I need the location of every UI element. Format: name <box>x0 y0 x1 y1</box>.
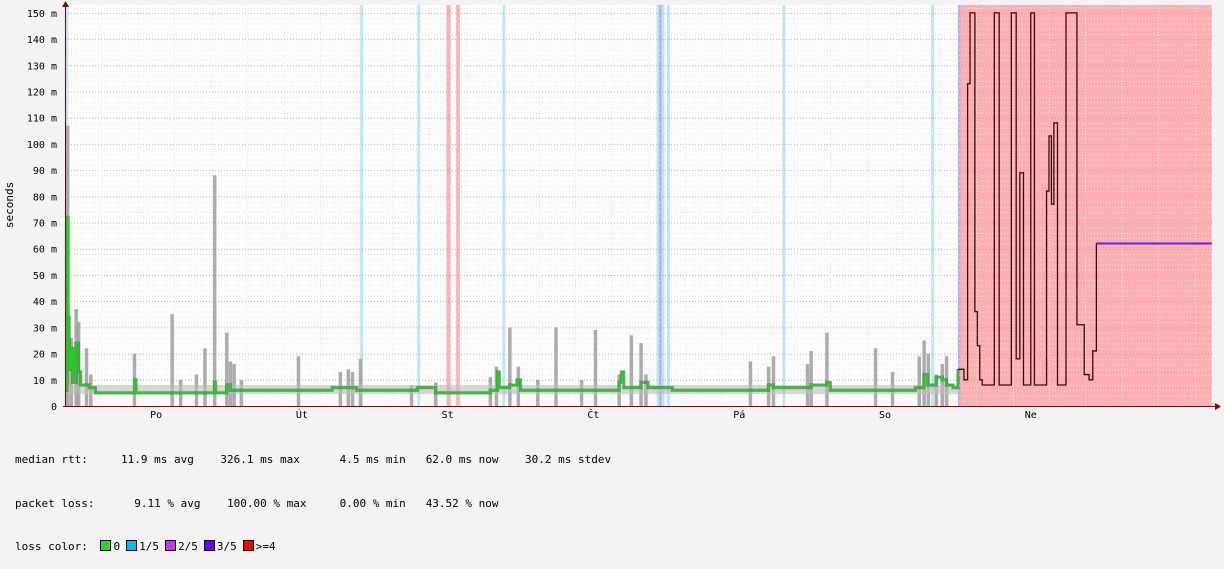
loss-band <box>666 5 670 406</box>
day-label: So <box>879 410 891 420</box>
loss-band <box>417 5 421 406</box>
day-label: Čt <box>587 408 599 420</box>
loss-band <box>661 5 665 406</box>
median-rtt-avg: 11.9 ms avg <box>120 453 194 466</box>
day-label: Ne <box>1025 410 1037 420</box>
y-tick-label: 10 m <box>33 376 57 387</box>
smoke-spike <box>917 356 922 406</box>
median-rtt-max: 326.1 ms max <box>220 453 300 466</box>
legend-swatch <box>100 540 112 551</box>
day-label: Po <box>150 410 162 420</box>
day-label: Pá <box>733 409 745 420</box>
y-tick-label: 30 m <box>33 323 57 334</box>
packet-loss-max: 100.00 % max <box>226 496 307 510</box>
day-label: Út <box>296 408 308 420</box>
y-tick-label: 60 m <box>33 245 57 256</box>
y-tick-label: 100 m <box>27 140 57 151</box>
latency-chart: 0 10 m 20 m 30 m 40 m 50 m 60 m 70 m 80 m 90 m 100… <box>3 1 1221 420</box>
legend-label: loss color: <box>15 540 88 553</box>
smoke-spike <box>873 348 878 406</box>
y-tick-label: 130 m <box>27 61 57 72</box>
loss-band <box>360 5 364 406</box>
legend-item-label: 3/5 <box>216 540 237 553</box>
median-rtt-now: 62.0 ms now <box>425 453 499 466</box>
legend-item: >=4 <box>237 540 276 553</box>
loss-band <box>931 5 935 406</box>
smoke-spike <box>825 332 829 406</box>
smoke-spike <box>639 343 643 406</box>
legend-item-label: >=4 <box>255 540 276 553</box>
smoke-spike <box>212 175 217 406</box>
median-rtt-stdev: 30.2 ms stdev <box>525 453 612 466</box>
y-tick-label: 0 <box>51 402 57 413</box>
y-tick-label: 50 m <box>33 271 57 282</box>
legend-item-label: 2/5 <box>177 540 198 553</box>
y-tick-label: 70 m <box>33 219 57 230</box>
legend-row: loss color: 0 1/5 2/5 3/5 >=4 <box>15 540 611 555</box>
packet-loss-row: packet loss: 9.11 % avg 100.00 % max 0.0… <box>15 497 611 512</box>
packet-loss-avg: 9.11 % avg <box>134 496 201 510</box>
loss-band <box>782 5 786 406</box>
x-axis-arrow <box>1215 403 1221 410</box>
loss-band <box>456 5 460 406</box>
smoke-spike <box>771 356 776 406</box>
smoke-spike <box>593 329 598 406</box>
smoke-spike <box>225 332 229 406</box>
y-tick-label: 20 m <box>33 350 57 361</box>
y-tick-label: 110 m <box>27 114 57 125</box>
smoke-spike <box>203 348 207 406</box>
median-rtt-label: median rtt: <box>15 453 88 466</box>
smoke-spike <box>748 361 753 406</box>
packet-loss-label: packet loss: <box>15 496 95 510</box>
legend-swatch <box>203 540 215 551</box>
loss-band <box>960 5 1212 406</box>
y-tick-label: 40 m <box>33 297 57 308</box>
median-rtt-min: 4.5 ms min <box>339 453 406 466</box>
legend-swatch <box>164 540 176 551</box>
y-tick-label: 120 m <box>27 87 57 98</box>
smoke-spike <box>358 358 363 406</box>
day-labels: Po Út St Čt Pá So Ne <box>150 408 1037 420</box>
loss-band <box>446 5 451 406</box>
y-tick-labels: 0 10 m 20 m 30 m 40 m 50 m 60 m 70 m 80 m 90 m 100… <box>27 9 57 413</box>
y-axis-arrow <box>62 1 69 7</box>
legend-item: 1/5 <box>120 540 159 553</box>
day-label: St <box>442 410 454 420</box>
y-tick-label: 140 m <box>27 35 57 46</box>
legend-item: 2/5 <box>159 540 198 553</box>
legend-swatch <box>126 540 138 551</box>
legend-item: 3/5 <box>198 540 237 553</box>
smoke-spike <box>296 356 301 406</box>
packet-loss-now: 43.52 % now <box>425 496 499 510</box>
median-rtt-row: median rtt: 11.9 ms avg 326.1 ms max 4.5… <box>15 453 611 468</box>
legend-items: 0 1/5 2/5 3/5 >=4 <box>94 540 276 553</box>
legend-item-label: 1/5 <box>139 540 159 553</box>
y-axis-label: seconds <box>3 182 16 228</box>
legend-item: 0 <box>94 540 120 553</box>
y-tick-label: 90 m <box>33 166 57 177</box>
legend-swatch <box>242 540 254 551</box>
smoke-spike <box>809 350 813 406</box>
stats-panel: median rtt: 11.9 ms avg 326.1 ms max 4.5… <box>15 424 611 569</box>
smoke-spike <box>84 348 89 406</box>
y-tick-label: 150 m <box>27 9 57 20</box>
smoke-spike <box>629 335 634 406</box>
packet-loss-min: 0.00 % min <box>339 496 406 510</box>
y-tick-label: 80 m <box>33 192 57 203</box>
